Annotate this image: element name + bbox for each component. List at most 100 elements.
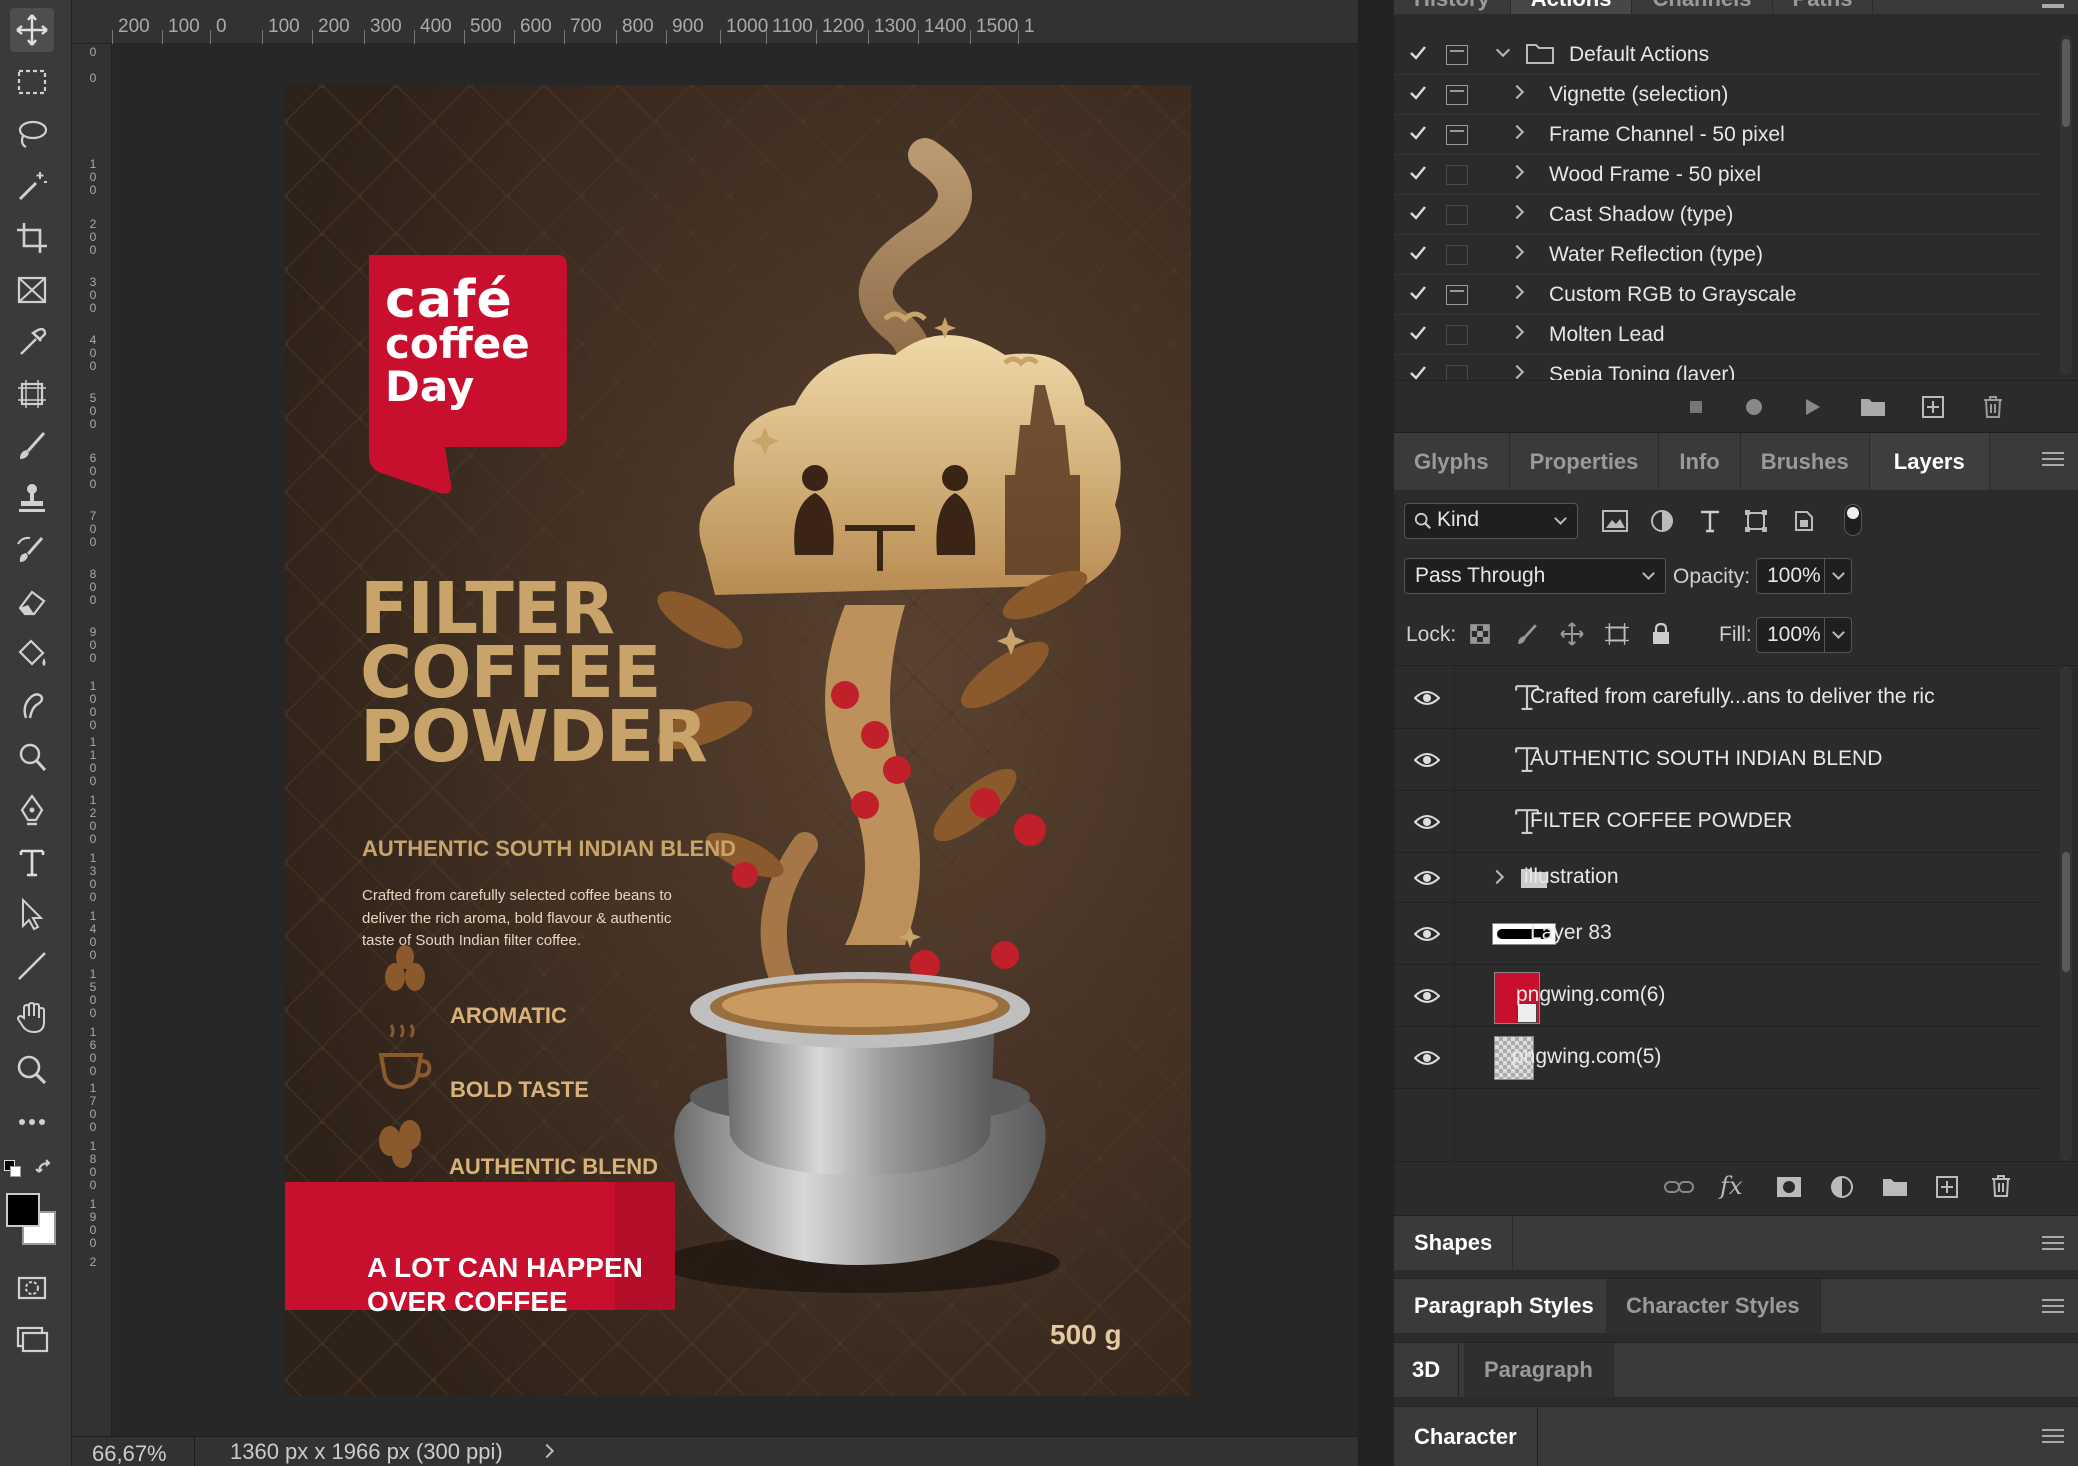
shapes-menu-icon[interactable]	[2042, 1236, 2064, 1250]
three-d-panel[interactable]: 3D Paragraph	[1394, 1342, 2078, 1397]
brush-tool-icon[interactable]	[10, 424, 54, 468]
frame-tool-icon[interactable]	[10, 268, 54, 312]
action-item[interactable]: Cast Shadow (type)	[1394, 195, 2040, 235]
dialog-toggle-icon[interactable]	[1446, 365, 1468, 380]
tab-history[interactable]: History	[1394, 0, 1511, 14]
smudge-tool-icon[interactable]	[10, 684, 54, 728]
check-icon[interactable]	[1408, 363, 1428, 380]
actions-panel-menu-icon[interactable]	[2042, 0, 2064, 8]
styles-menu-icon[interactable]	[2042, 1299, 2064, 1313]
action-item[interactable]: Molten Lead	[1394, 315, 2040, 355]
filter-kind-select[interactable]: Kind	[1404, 503, 1578, 539]
layer-row[interactable]: pngwing.com(5)	[1394, 1027, 2040, 1089]
eraser-tool-icon[interactable]	[10, 580, 54, 624]
action-item[interactable]: Water Reflection (type)	[1394, 235, 2040, 275]
stop-recording-icon[interactable]	[1686, 397, 1706, 417]
tab-shapes[interactable]: Shapes	[1394, 1216, 1514, 1270]
lock-transparent-icon[interactable]	[1470, 624, 1490, 644]
chevron-down-icon[interactable]	[1832, 626, 1845, 639]
play-icon[interactable]	[1802, 397, 1822, 417]
move-tool-icon[interactable]	[10, 8, 54, 52]
tab-layers[interactable]: Layers	[1869, 433, 1990, 490]
tab-actions[interactable]: Actions	[1510, 0, 1633, 14]
tab-properties[interactable]: Properties	[1510, 433, 1660, 490]
lock-position-icon[interactable]	[1560, 622, 1584, 646]
chevron-right-icon[interactable]	[1509, 204, 1525, 220]
magic-wand-tool-icon[interactable]	[10, 164, 54, 208]
tab-paragraph-styles[interactable]: Paragraph Styles	[1394, 1279, 1615, 1333]
new-layer-icon[interactable]	[1936, 1176, 1958, 1198]
tab-brushes[interactable]: Brushes	[1741, 433, 1870, 490]
new-adjustment-layer-icon[interactable]	[1830, 1175, 1854, 1199]
layers-panel-menu-icon[interactable]	[2042, 452, 2064, 466]
layers-scrollbar[interactable]	[2060, 667, 2072, 1161]
eye-icon[interactable]	[1414, 926, 1440, 942]
eyedropper-tool-icon[interactable]	[10, 320, 54, 364]
filter-toggle[interactable]	[1844, 504, 1862, 536]
layer-row[interactable]: pngwing.com(6)	[1394, 965, 2040, 1027]
new-set-icon[interactable]	[1860, 397, 1886, 417]
check-icon[interactable]	[1408, 283, 1428, 303]
tab-character-styles[interactable]: Character Styles	[1606, 1279, 1821, 1333]
tab-info[interactable]: Info	[1659, 433, 1741, 490]
zoom-level[interactable]: 66,67%	[92, 1441, 167, 1466]
marquee-tool-icon[interactable]	[10, 60, 54, 104]
filter-type-icon[interactable]	[1698, 509, 1722, 533]
shapes-panel[interactable]: Shapes	[1394, 1215, 2078, 1270]
chevron-right-icon[interactable]	[1509, 324, 1525, 340]
action-item[interactable]: Sepia Toning (layer)	[1394, 355, 2040, 380]
expand-chevron-icon[interactable]	[1495, 42, 1511, 58]
dialog-toggle-icon[interactable]	[1446, 245, 1468, 265]
chevron-right-icon[interactable]	[1509, 124, 1525, 140]
screen-mode-icon[interactable]	[10, 1318, 54, 1362]
chevron-right-icon[interactable]	[1509, 84, 1525, 100]
swap-colors-icon[interactable]	[34, 1158, 58, 1182]
filter-pixel-icon[interactable]	[1602, 510, 1628, 532]
tab-channels[interactable]: Channels	[1632, 0, 1773, 14]
blend-mode-select[interactable]: Pass Through	[1404, 558, 1666, 594]
actions-scrollbar[interactable]	[2060, 35, 2072, 375]
action-item[interactable]: Custom RGB to Grayscale	[1394, 275, 2040, 315]
more-tools-icon[interactable]	[10, 1100, 54, 1144]
check-icon[interactable]	[1408, 83, 1428, 103]
tab-character[interactable]: Character	[1394, 1407, 1538, 1466]
opacity-field[interactable]: 100%	[1756, 558, 1852, 594]
fill-field[interactable]: 100%	[1756, 617, 1852, 653]
type-tool-icon[interactable]	[10, 840, 54, 884]
filter-shape-icon[interactable]	[1744, 509, 1768, 533]
chevron-right-icon[interactable]	[1509, 164, 1525, 180]
character-panel[interactable]: Character	[1394, 1406, 2078, 1466]
path-selection-tool-icon[interactable]	[10, 892, 54, 936]
canvas-area[interactable]: café coffee Day FILTER COFFEE POWDER AUT…	[113, 44, 1358, 1436]
stamp-tool-icon[interactable]	[10, 476, 54, 520]
default-colors-icon[interactable]	[4, 1160, 22, 1178]
hand-tool-icon[interactable]	[10, 996, 54, 1040]
layer-row[interactable]: FILTER COFFEE POWDER	[1394, 791, 2040, 853]
lock-pixels-icon[interactable]	[1516, 623, 1538, 645]
check-icon[interactable]	[1408, 243, 1428, 263]
history-brush-tool-icon[interactable]	[10, 528, 54, 572]
action-set-default[interactable]: Default Actions	[1394, 35, 2040, 75]
dialog-toggle-icon[interactable]	[1446, 205, 1468, 225]
foreground-color-swatch[interactable]	[6, 1193, 40, 1227]
tab-paragraph[interactable]: Paragraph	[1464, 1343, 1614, 1397]
paint-bucket-tool-icon[interactable]	[10, 632, 54, 676]
record-icon[interactable]	[1744, 397, 1764, 417]
pen-tool-icon[interactable]	[10, 788, 54, 832]
document-info[interactable]: 1360 px x 1966 px (300 ppi)	[230, 1439, 503, 1465]
crop-tool-icon[interactable]	[10, 216, 54, 260]
quick-mask-icon[interactable]	[10, 1266, 54, 1310]
lock-artboard-icon[interactable]	[1604, 622, 1630, 646]
action-item[interactable]: Wood Frame - 50 pixel	[1394, 155, 2040, 195]
new-action-icon[interactable]	[1922, 396, 1944, 418]
layer-row[interactable]: Layer 83	[1394, 903, 2040, 965]
add-mask-icon[interactable]	[1776, 1176, 1802, 1198]
zoom-tool-icon[interactable]	[10, 1048, 54, 1092]
dialog-toggle-icon[interactable]	[1446, 85, 1468, 105]
eye-icon[interactable]	[1414, 870, 1440, 886]
layer-row[interactable]: illustration	[1394, 853, 2040, 903]
dialog-toggle-icon[interactable]	[1446, 325, 1468, 345]
eye-icon[interactable]	[1414, 988, 1440, 1004]
chevron-right-icon[interactable]	[1509, 284, 1525, 300]
character-menu-icon[interactable]	[2042, 1429, 2064, 1443]
